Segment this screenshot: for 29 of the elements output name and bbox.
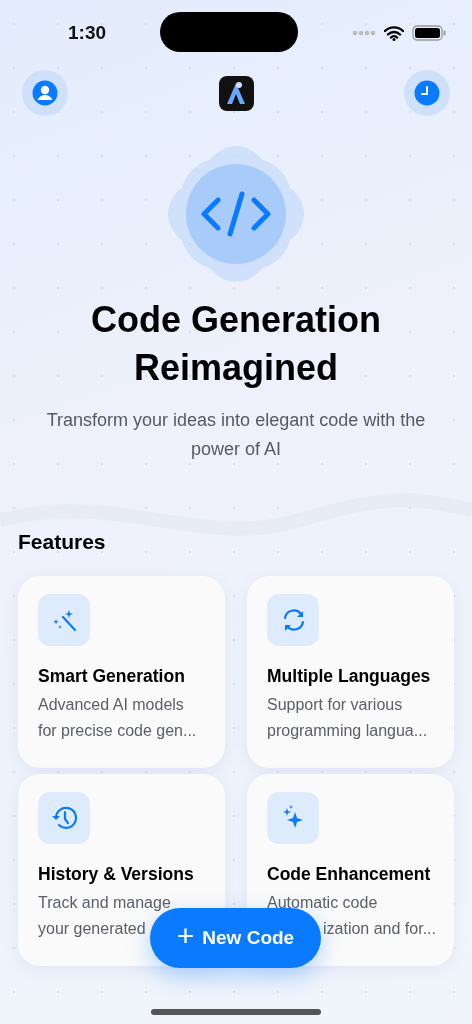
feature-title: Multiple Languages bbox=[267, 664, 432, 688]
feature-description: your generated bbox=[38, 918, 146, 939]
app-logo bbox=[218, 75, 254, 111]
signal-icon bbox=[352, 30, 376, 36]
feature-card[interactable]: Multiple Languages Support for various programming langua... bbox=[247, 575, 454, 768]
feature-title: History & Versions bbox=[38, 862, 195, 886]
history-icon bbox=[38, 791, 90, 844]
person-icon bbox=[32, 80, 58, 106]
refresh-icon bbox=[267, 593, 319, 646]
code-emblem-icon bbox=[166, 144, 306, 284]
feature-description: programming langua... bbox=[267, 720, 428, 741]
magic-wand-icon bbox=[38, 593, 90, 646]
sparkles-icon bbox=[267, 791, 319, 844]
clock-icon bbox=[414, 80, 440, 106]
feature-card[interactable]: Smart Generation Advanced AI models for precise code gen... bbox=[18, 575, 225, 768]
feature-description: Support for various bbox=[267, 694, 403, 715]
battery-icon bbox=[412, 25, 446, 41]
feature-title: Code Enhancement bbox=[267, 862, 432, 886]
wifi-icon bbox=[384, 25, 404, 41]
profile-button[interactable] bbox=[22, 70, 68, 116]
status-time: 1:30 bbox=[68, 20, 107, 45]
hero-title: Code Generation Reimagined bbox=[89, 298, 382, 390]
feature-description: ization and for... bbox=[323, 918, 436, 939]
hero-subtitle: Transform your ideas into elegant code with the power of AI bbox=[45, 409, 427, 461]
section-heading: Features bbox=[18, 529, 107, 555]
feature-description: for precise code gen... bbox=[38, 720, 197, 741]
feature-title: Smart Generation bbox=[38, 664, 186, 688]
history-button[interactable] bbox=[404, 70, 450, 116]
feature-description: Advanced AI models bbox=[38, 694, 184, 715]
